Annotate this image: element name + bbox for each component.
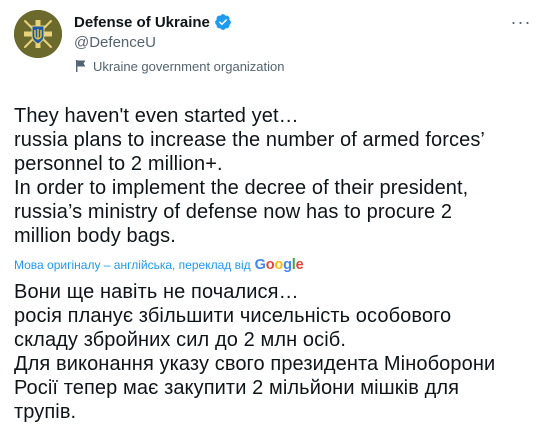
verified-badge-icon [214,13,232,31]
translated-line: Вони ще навіть не почалися… [14,281,299,303]
more-horizontal-icon[interactable]: ··· [506,10,536,34]
tweet-card: Defense of Ukraine @DefenceU Ukraine gov [0,0,552,432]
account-name[interactable]: Defense of Ukraine [74,14,210,31]
account-handle[interactable]: @DefenceU [74,33,538,53]
original-line: million body bags. [14,225,176,247]
tweet-original-text: They haven't even started yet… russia pl… [14,104,538,248]
original-line: russia plans to increase the number of a… [14,129,485,151]
original-line: russia’s ministry of defense now has to … [14,201,453,223]
tweet-translated-text: Вони ще навіть не почалися… росія планує… [14,280,538,424]
translated-line: Для виконання указу свого президента Мін… [14,353,496,375]
translation-attribution[interactable]: Мова оригіналу – англійська, переклад ві… [14,256,538,274]
name-row: Defense of Ukraine [74,12,538,32]
translated-line: складу збройних сил до 2 млн осіб. [14,329,347,351]
ukraine-defense-emblem-icon [14,10,62,58]
original-line: In order to implement the decree of thei… [14,177,469,199]
google-logo: Google [254,257,304,273]
government-label-row: Ukraine government organization [74,57,538,75]
translated-line: росія планує збільшити чисельність особо… [14,305,452,327]
avatar[interactable] [14,10,62,58]
translated-line: Росії тепер має закупити 2 мільйони мішк… [14,377,460,399]
account-identity: Defense of Ukraine @DefenceU Ukraine gov [74,10,538,75]
translated-line: трупів. [14,401,77,423]
original-line: They haven't even started yet… [14,105,299,127]
translation-note: Мова оригіналу – англійська, переклад ві… [14,258,251,272]
tweet-header: Defense of Ukraine @DefenceU Ukraine gov [14,10,538,88]
government-label: Ukraine government organization [93,58,285,74]
flag-icon [74,59,88,73]
original-line: personnel to 2 million+. [14,153,223,175]
